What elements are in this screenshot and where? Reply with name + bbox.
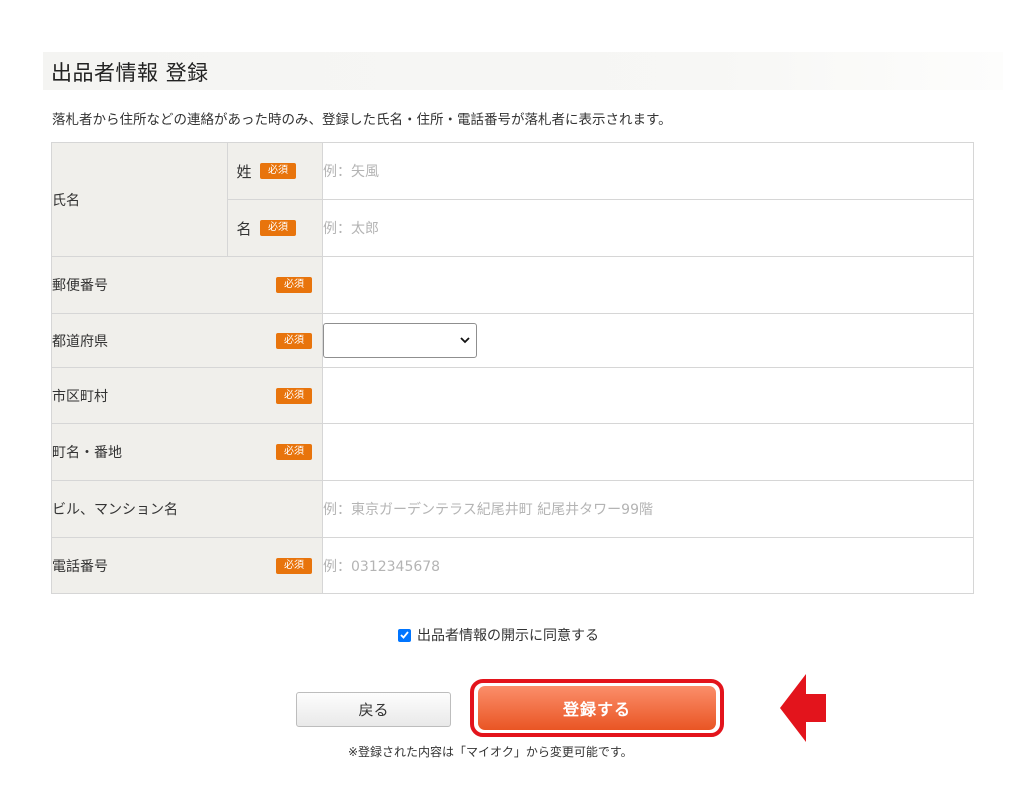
required-badge: 必須 [260, 220, 296, 236]
postal-label-cell: 郵便番号 必須 [51, 256, 323, 314]
required-badge: 必須 [276, 277, 312, 293]
edit-note: ※登録された内容は「マイオク」から変更可能です。 [348, 745, 633, 759]
agree-label: 出品者情報の開示に同意する [417, 628, 599, 644]
required-badge: 必須 [276, 444, 312, 460]
page-header: 出品者情報 登録 [43, 52, 1003, 90]
prefecture-cell [322, 313, 974, 368]
phone-label: 電話番号 [52, 558, 108, 575]
street-label-cell: 町名・番地 必須 [51, 423, 323, 481]
phone-input[interactable]: 例：0312345678 [322, 537, 974, 594]
submit-button[interactable]: 登録する [478, 686, 716, 730]
seller-info-form: 氏名 姓 必須 例：矢風 名 必須 例：太郎 郵便番号 必須 都道府県 必須 市… [51, 142, 974, 594]
city-input[interactable] [322, 367, 974, 424]
building-placeholder: 例：東京ガーデンテラス紀尾井町 紀尾井タワー99階 [323, 502, 653, 518]
agree-checkbox[interactable] [398, 628, 411, 642]
intro-text: 落札者から住所などの連絡があった時のみ、登録した氏名・住所・電話番号が落札者に表… [52, 112, 672, 128]
postal-code-input[interactable] [322, 256, 974, 314]
arrow-left-icon [780, 674, 826, 742]
page-title: 出品者情報 登録 [51, 61, 209, 85]
last-name-label-cell: 姓 必須 [227, 142, 323, 200]
building-label-cell: ビル、マンション名 [51, 480, 323, 538]
required-badge: 必須 [260, 163, 296, 179]
chevron-down-icon [460, 337, 470, 344]
prefecture-select[interactable] [323, 323, 477, 358]
required-badge: 必須 [276, 557, 312, 574]
last-name-label: 姓 [236, 162, 252, 181]
check-icon [400, 631, 409, 639]
first-name-input[interactable]: 例：太郎 [322, 199, 974, 257]
first-name-label-cell: 名 必須 [227, 199, 323, 257]
city-label-cell: 市区町村 必須 [51, 367, 323, 424]
city-label: 市区町村 [52, 388, 108, 405]
prefecture-label: 都道府県 [52, 333, 108, 350]
street-label: 町名・番地 [52, 445, 122, 461]
first-name-placeholder: 例：太郎 [323, 221, 379, 237]
required-badge: 必須 [276, 332, 312, 349]
agree-row[interactable]: 出品者情報の開示に同意する [398, 625, 599, 645]
phone-placeholder: 例：0312345678 [323, 558, 441, 575]
back-button[interactable]: 戻る [296, 692, 451, 727]
name-label: 氏名 [51, 142, 228, 257]
building-label: ビル、マンション名 [52, 502, 178, 518]
last-name-input[interactable]: 例：矢風 [322, 142, 974, 200]
postal-label: 郵便番号 [52, 278, 108, 294]
first-name-label: 名 [236, 219, 252, 238]
building-input[interactable]: 例：東京ガーデンテラス紀尾井町 紀尾井タワー99階 [322, 480, 974, 538]
prefecture-label-cell: 都道府県 必須 [51, 313, 323, 368]
street-input[interactable] [322, 423, 974, 481]
required-badge: 必須 [276, 387, 312, 404]
last-name-placeholder: 例：矢風 [323, 164, 379, 180]
phone-label-cell: 電話番号 必須 [51, 537, 323, 594]
